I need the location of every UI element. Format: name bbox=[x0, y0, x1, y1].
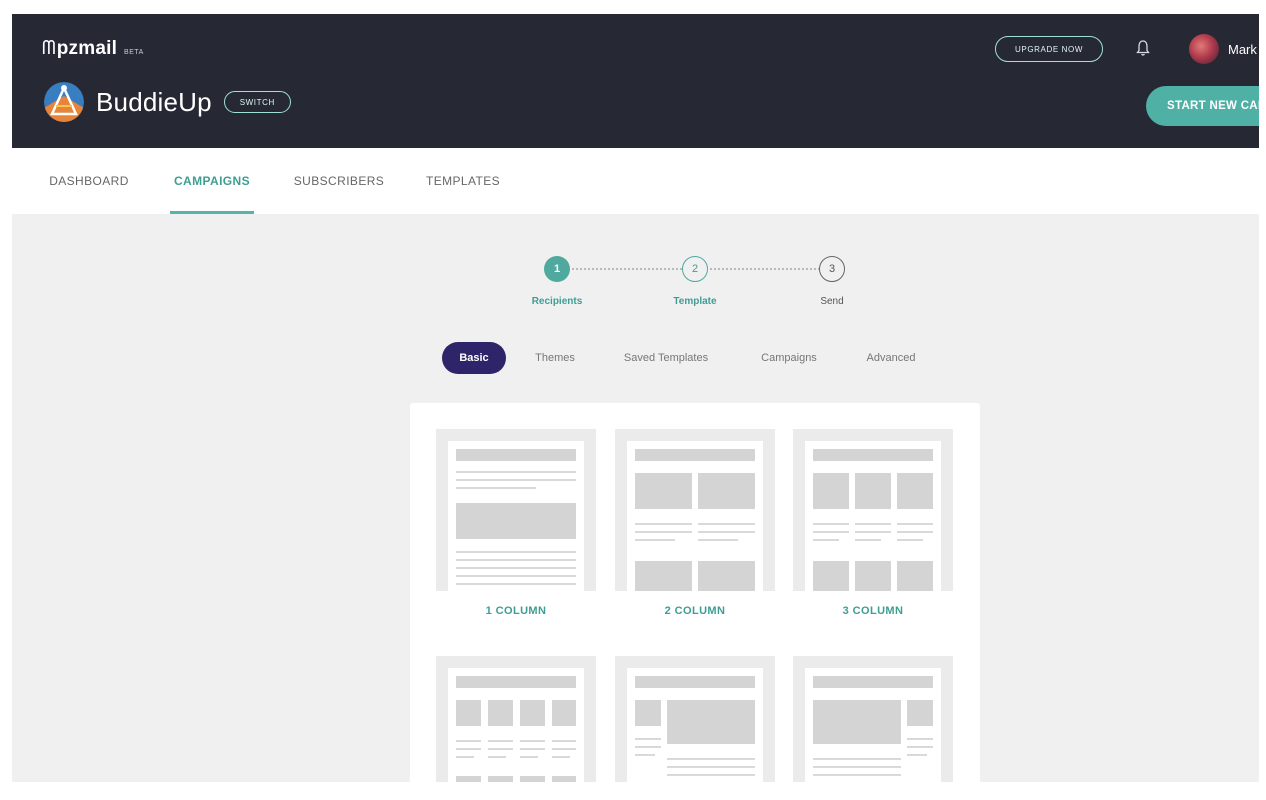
template-label: 2 COLUMN bbox=[664, 605, 726, 617]
step-connector bbox=[710, 268, 820, 270]
tab-campaigns[interactable]: CAMPAIGNS bbox=[170, 148, 254, 214]
step-3-circle[interactable]: 3 bbox=[819, 256, 845, 282]
account-brand: BuddieUp SWITCH bbox=[44, 82, 291, 122]
tab-dashboard[interactable]: DASHBOARD bbox=[46, 148, 132, 214]
step-2-circle[interactable]: 2 bbox=[682, 256, 708, 282]
template-label: 3 COLUMN bbox=[842, 605, 904, 617]
template-thumbnail bbox=[615, 429, 775, 591]
step-1-circle[interactable]: 1 bbox=[544, 256, 570, 282]
main-nav: DASHBOARD CAMPAIGNS SUBSCRIBERS TEMPLATE… bbox=[12, 148, 1259, 214]
tab-subscribers[interactable]: SUBSCRIBERS bbox=[292, 148, 386, 214]
logo-m-icon: ᗰ bbox=[42, 38, 56, 59]
step-3-label: Send bbox=[820, 296, 844, 307]
template-thumbnail bbox=[793, 656, 953, 782]
template-label: 1 COLUMN bbox=[485, 605, 547, 617]
template-tab-advanced[interactable]: Advanced bbox=[858, 342, 924, 374]
template-grid-panel: 1 COLUMN 2 COLUMN 3 COLUMN bbox=[410, 403, 980, 782]
upgrade-now-button[interactable]: UPGRADE NOW bbox=[995, 36, 1103, 62]
app-window: ᗰ pzmail BETA UPGRADE NOW Mark BuddieUp … bbox=[12, 14, 1259, 782]
logo-text: pzmail bbox=[56, 38, 118, 59]
step-connector bbox=[572, 268, 682, 270]
step-2-label: Template bbox=[673, 296, 717, 307]
avatar[interactable] bbox=[1189, 34, 1219, 64]
step-1-label: Recipients bbox=[531, 296, 583, 307]
user-name[interactable]: Mark bbox=[1228, 42, 1257, 57]
tab-templates[interactable]: TEMPLATES bbox=[423, 148, 503, 214]
template-tab-saved-templates[interactable]: Saved Templates bbox=[615, 342, 717, 374]
template-thumbnail bbox=[793, 429, 953, 591]
start-new-campaign-button[interactable]: START NEW CAMPAIGN bbox=[1146, 86, 1259, 126]
bell-icon[interactable] bbox=[1135, 39, 1151, 57]
beta-badge: BETA bbox=[124, 49, 144, 56]
template-tab-basic[interactable]: Basic bbox=[442, 342, 506, 374]
brand-logo-icon bbox=[44, 82, 84, 122]
template-thumbnail bbox=[436, 429, 596, 591]
app-header: ᗰ pzmail BETA UPGRADE NOW Mark BuddieUp … bbox=[12, 14, 1259, 148]
mpzmail-logo[interactable]: ᗰ pzmail BETA bbox=[42, 38, 144, 60]
template-tab-campaigns[interactable]: Campaigns bbox=[754, 342, 824, 374]
switch-account-button[interactable]: SWITCH bbox=[223, 91, 291, 113]
template-thumbnail bbox=[615, 656, 775, 782]
template-tab-themes[interactable]: Themes bbox=[530, 342, 580, 374]
account-name: BuddieUp bbox=[96, 86, 212, 117]
template-thumbnail bbox=[436, 656, 596, 782]
